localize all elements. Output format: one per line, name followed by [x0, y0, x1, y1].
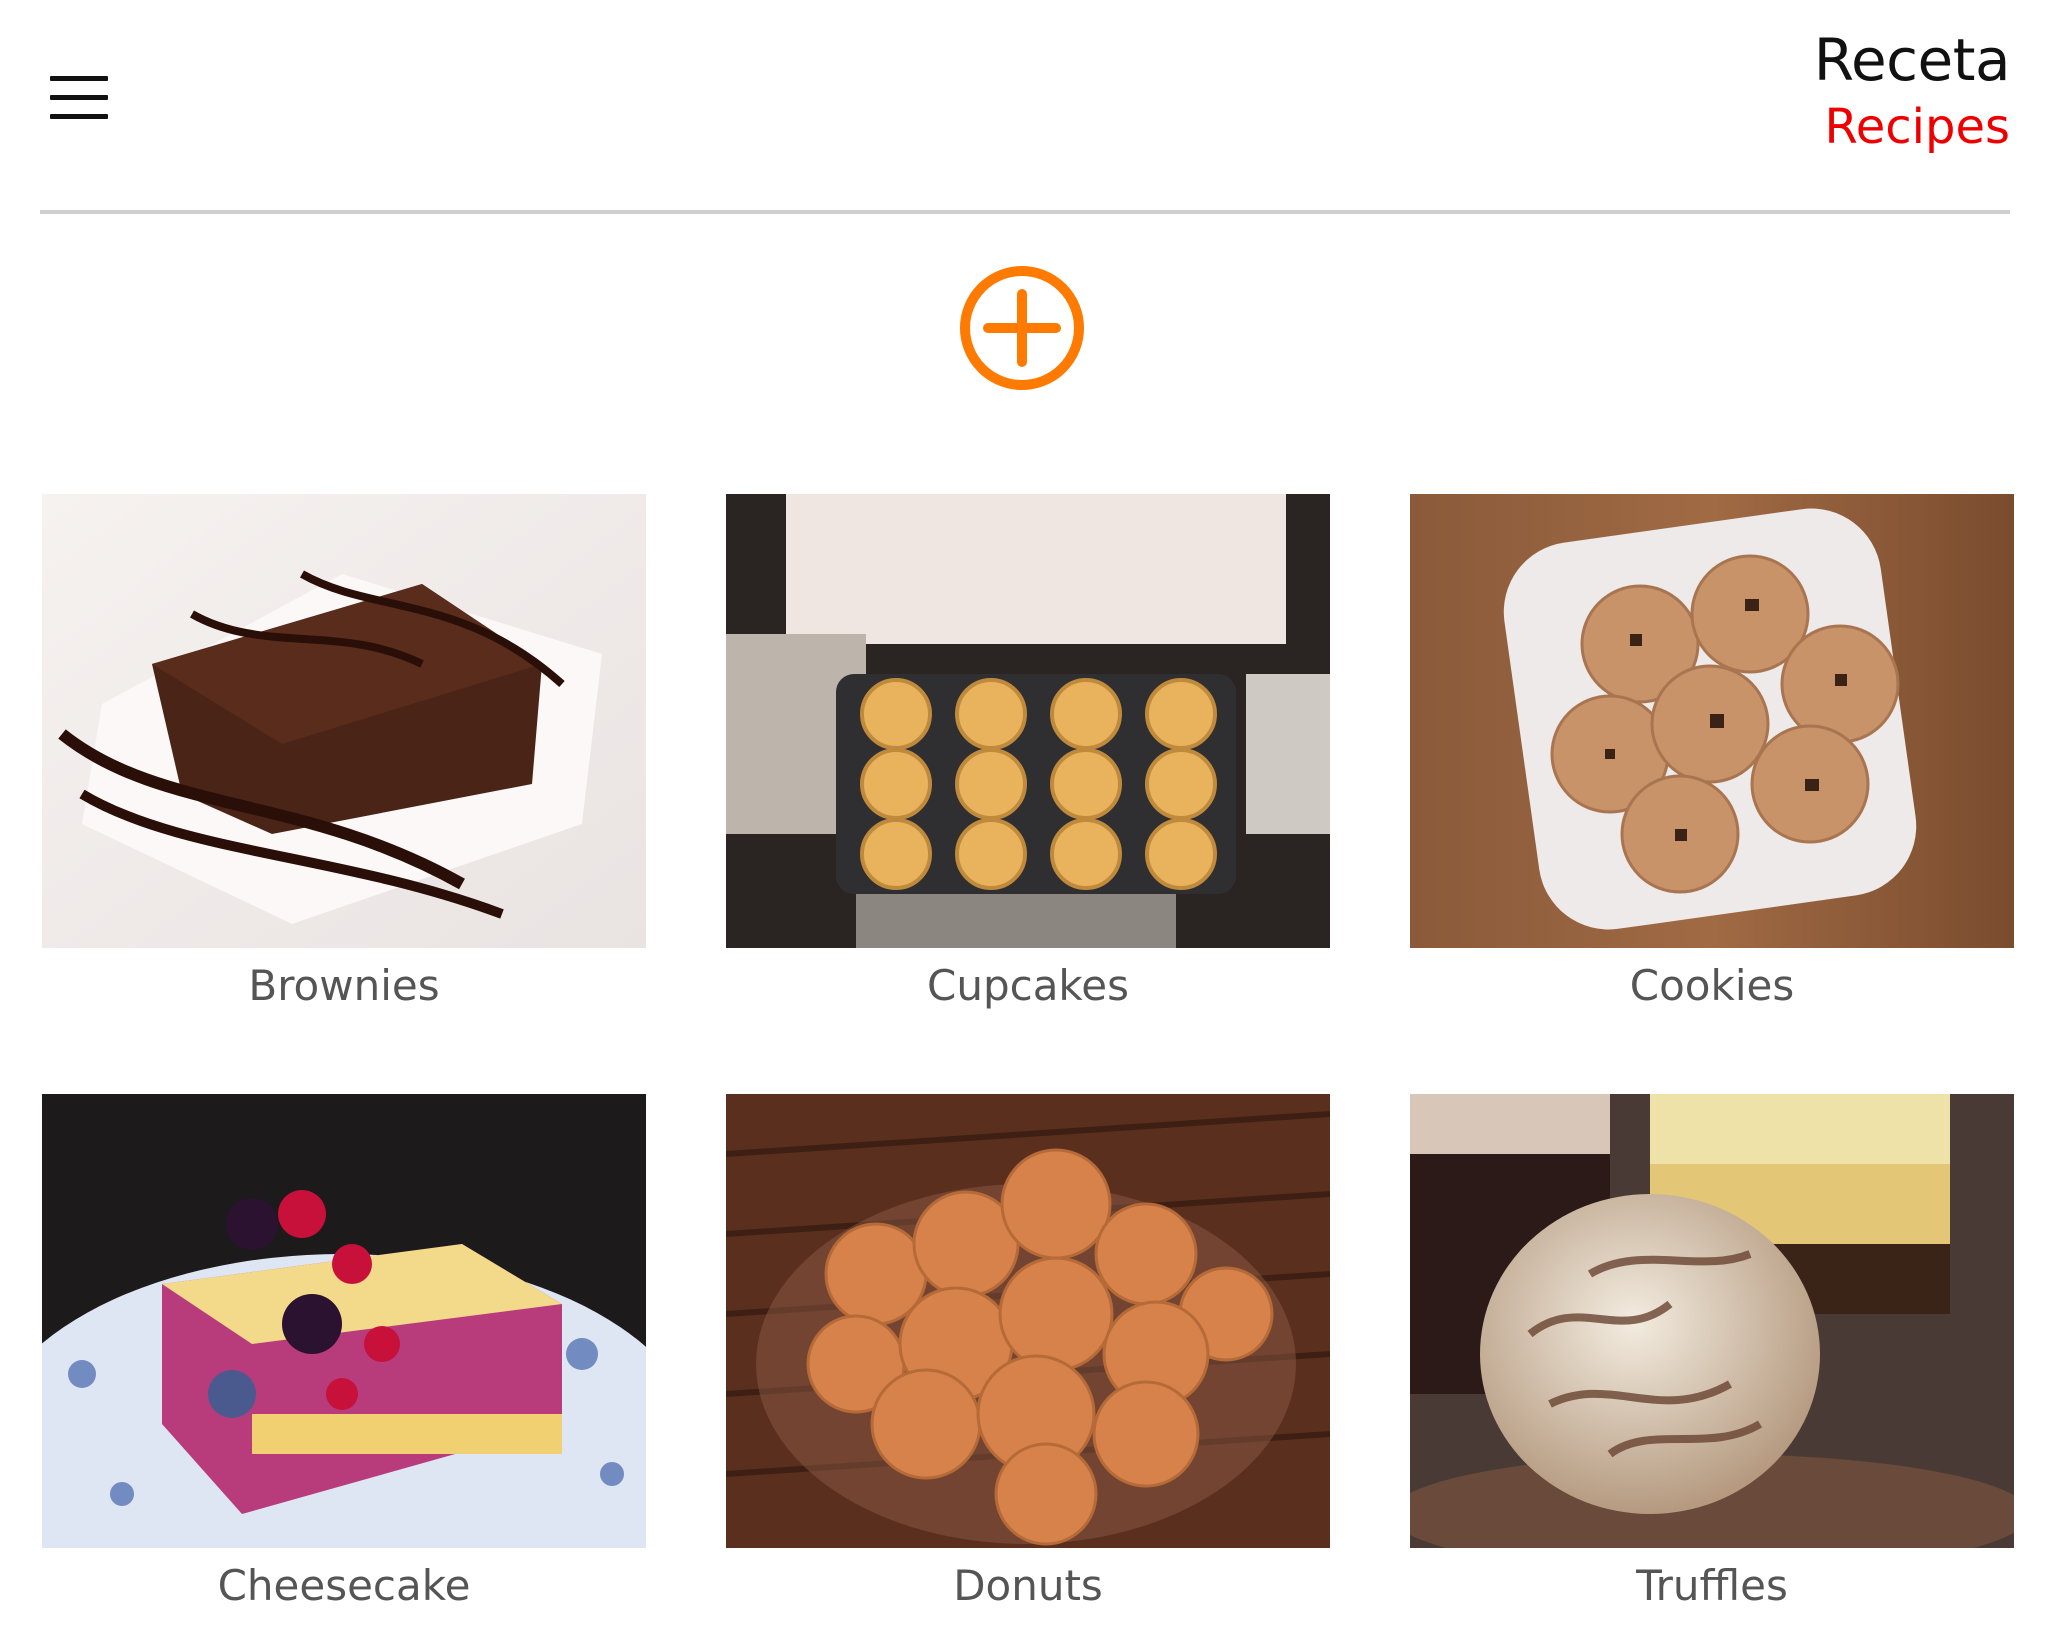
brand-title: Receta [1813, 26, 2011, 94]
app-header: Receta Recipes [40, 0, 2011, 214]
hamburger-menu-icon[interactable] [50, 76, 110, 120]
cookies-image [1410, 494, 2014, 948]
recipe-card-cheesecake[interactable]: Cheesecake [42, 1094, 646, 1614]
recipe-label-cupcakes: Cupcakes [927, 961, 1129, 1010]
donuts-image [726, 1094, 1330, 1548]
cupcakes-image [726, 494, 1330, 948]
recipe-card-brownies[interactable]: Brownies [42, 494, 646, 1014]
cheesecake-image [42, 1094, 646, 1548]
plus-circle-icon [960, 266, 1084, 390]
recipe-label-cookies: Cookies [1629, 961, 1795, 1010]
recipe-label-cheesecake: Cheesecake [217, 1561, 471, 1610]
recipe-card-cupcakes[interactable]: Cupcakes [726, 494, 1330, 1014]
brand-subtitle: Recipes [1824, 99, 2010, 155]
recipe-label-donuts: Donuts [953, 1561, 1103, 1610]
add-recipe-button[interactable] [958, 264, 1086, 392]
brand: Receta Recipes [1813, 24, 2011, 158]
recipe-card-donuts[interactable]: Donuts [726, 1094, 1330, 1614]
truffles-image [1410, 1094, 2014, 1548]
recipes-page: Receta Recipes Brownies Cupcakes Cookies… [0, 0, 2048, 1644]
recipe-card-truffles[interactable]: Truffles [1410, 1094, 2014, 1614]
recipe-card-cookies[interactable]: Cookies [1410, 494, 2014, 1014]
brownies-image [42, 494, 646, 948]
recipe-label-brownies: Brownies [248, 961, 440, 1010]
recipe-label-truffles: Truffles [1636, 1561, 1788, 1610]
